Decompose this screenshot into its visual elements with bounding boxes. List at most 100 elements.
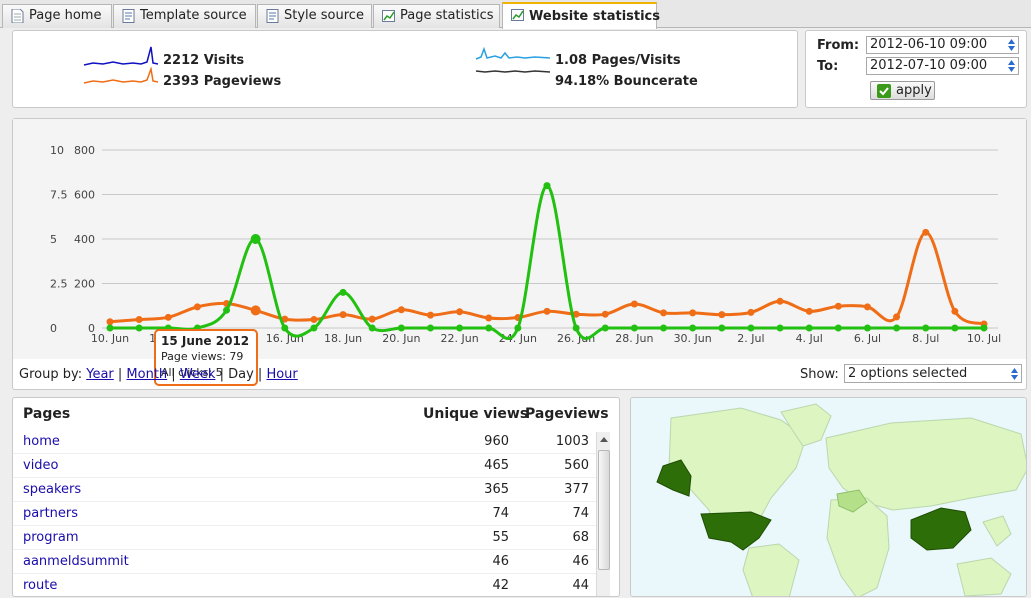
pageviews-clicks-chart: 002.520054007.56001080010. Jun12. Jun14.… xyxy=(50,144,1001,345)
page-link[interactable]: speakers xyxy=(23,482,81,497)
pageviews-total: 2393 Pageviews xyxy=(163,74,282,89)
checkmark-icon xyxy=(877,84,891,98)
data-point xyxy=(368,324,376,332)
style-icon xyxy=(266,9,279,23)
unique-views-cell: 365 xyxy=(484,482,509,497)
tab-template-source[interactable]: Template source xyxy=(113,4,256,28)
tooltip-title: 15 June 2012 xyxy=(161,334,250,348)
chart-panel: 002.520054007.56001080010. Jun12. Jun14.… xyxy=(12,118,1027,390)
data-point xyxy=(426,311,434,319)
data-point xyxy=(747,324,755,332)
page-icon xyxy=(11,9,24,23)
scroll-up-icon[interactable] xyxy=(600,436,608,442)
bouncerate: 94.18% Bouncerate xyxy=(555,74,698,89)
tooltip-line: Page views: 79 xyxy=(161,350,244,363)
spinner-icon[interactable] xyxy=(1007,38,1016,52)
pageviews-cell: 44 xyxy=(572,578,589,593)
apply-button[interactable]: apply xyxy=(870,81,935,100)
apply-label: apply xyxy=(896,83,932,98)
data-point xyxy=(456,308,464,316)
x-tick-label: 16. Jun xyxy=(266,332,304,345)
y-left-tick-label: 10 xyxy=(50,144,64,157)
x-tick-label: 4. Jul xyxy=(796,332,823,345)
from-value: 2012-06-10 09:00 xyxy=(870,37,988,52)
pageviews-cell: 377 xyxy=(564,482,589,497)
show-series-value: 2 options selected xyxy=(848,366,968,381)
unique-views-cell: 960 xyxy=(484,434,509,449)
data-point xyxy=(951,307,959,315)
world-map-graphic xyxy=(631,398,1026,596)
chart-icon xyxy=(382,10,395,22)
pageviews-cell: 46 xyxy=(572,554,589,569)
data-point xyxy=(834,324,842,332)
page-link[interactable]: home xyxy=(23,434,60,449)
data-point xyxy=(339,288,347,296)
data-point xyxy=(922,228,930,236)
group-by-label: Group by: xyxy=(19,367,83,382)
pageviews-sparkline xyxy=(83,67,159,84)
page-link[interactable]: aanmeldsummit xyxy=(23,554,129,569)
data-point xyxy=(106,324,114,332)
data-point xyxy=(689,309,697,317)
data-point xyxy=(630,324,638,332)
unique-views-cell: 55 xyxy=(492,530,509,545)
data-point xyxy=(106,318,114,326)
to-datetime-field[interactable]: 2012-07-10 09:00 xyxy=(866,57,1019,75)
unique-views-cell: 74 xyxy=(492,506,509,521)
scrollbar-thumb[interactable] xyxy=(598,450,610,570)
page-link[interactable]: video xyxy=(23,458,59,473)
vertical-scrollbar[interactable] xyxy=(596,432,610,596)
data-point xyxy=(805,307,813,315)
group-by-week-link[interactable]: Week xyxy=(180,367,216,382)
group-by-year-link[interactable]: Year xyxy=(86,367,114,382)
data-point xyxy=(135,324,143,332)
table-row: home 960 1003 xyxy=(13,430,598,454)
data-point xyxy=(193,303,201,311)
spinner-icon[interactable] xyxy=(1007,59,1016,73)
tab-page-home[interactable]: Page home xyxy=(2,4,112,28)
pages-per-visit-sparkline xyxy=(475,46,551,60)
data-point xyxy=(689,324,697,332)
y-left-tick-label: 2.5 xyxy=(50,278,68,291)
summary-panel: 2212 Visits 2393 Pageviews 1.08 Pages/Vi… xyxy=(12,30,798,108)
data-point xyxy=(543,307,551,315)
data-point xyxy=(250,234,261,244)
data-point xyxy=(776,297,784,305)
y-right-tick-label: 800 xyxy=(74,144,95,157)
page-link[interactable]: partners xyxy=(23,506,78,521)
data-point xyxy=(863,303,871,311)
group-by-hour-link[interactable]: Hour xyxy=(266,367,297,382)
table-row: route 42 44 xyxy=(13,574,598,596)
x-tick-label: 10. Jun xyxy=(91,332,129,345)
show-label: Show: xyxy=(800,367,839,382)
data-point xyxy=(250,305,261,316)
tab-label: Page home xyxy=(29,8,102,23)
data-point xyxy=(718,311,726,319)
pageviews-cell: 68 xyxy=(572,530,589,545)
to-value: 2012-07-10 09:00 xyxy=(870,58,988,73)
page-link[interactable]: program xyxy=(23,530,79,545)
show-series-select[interactable]: 2 options selected xyxy=(844,364,1022,383)
table-row: video 465 560 xyxy=(13,454,598,478)
tab-page-statistics[interactable]: Page statistics xyxy=(373,4,500,28)
data-point xyxy=(456,324,464,332)
data-point xyxy=(310,324,318,332)
data-point xyxy=(660,324,668,332)
x-tick-label: 20. Jun xyxy=(382,332,420,345)
y-right-tick-label: 400 xyxy=(74,233,95,246)
group-by-controls: Group by: Year | Month | Week | Day | Ho… xyxy=(19,367,298,382)
y-left-tick-label: 7.5 xyxy=(50,189,68,202)
date-range-panel: From: 2012-06-10 09:00 To: 2012-07-10 09… xyxy=(805,30,1027,108)
page-link[interactable]: route xyxy=(23,578,57,593)
data-point xyxy=(718,324,726,332)
data-point xyxy=(893,324,901,332)
tab-website-statistics[interactable]: Website statistics xyxy=(502,2,660,29)
unique-views-cell: 465 xyxy=(484,458,509,473)
pages-per-visit: 1.08 Pages/Visits xyxy=(555,53,681,68)
data-point xyxy=(339,311,347,319)
pageviews-cell: 560 xyxy=(564,458,589,473)
tab-style-source[interactable]: Style source xyxy=(257,4,372,28)
from-datetime-field[interactable]: 2012-06-10 09:00 xyxy=(866,36,1019,54)
group-by-month-link[interactable]: Month xyxy=(126,367,167,382)
data-point xyxy=(485,324,493,332)
